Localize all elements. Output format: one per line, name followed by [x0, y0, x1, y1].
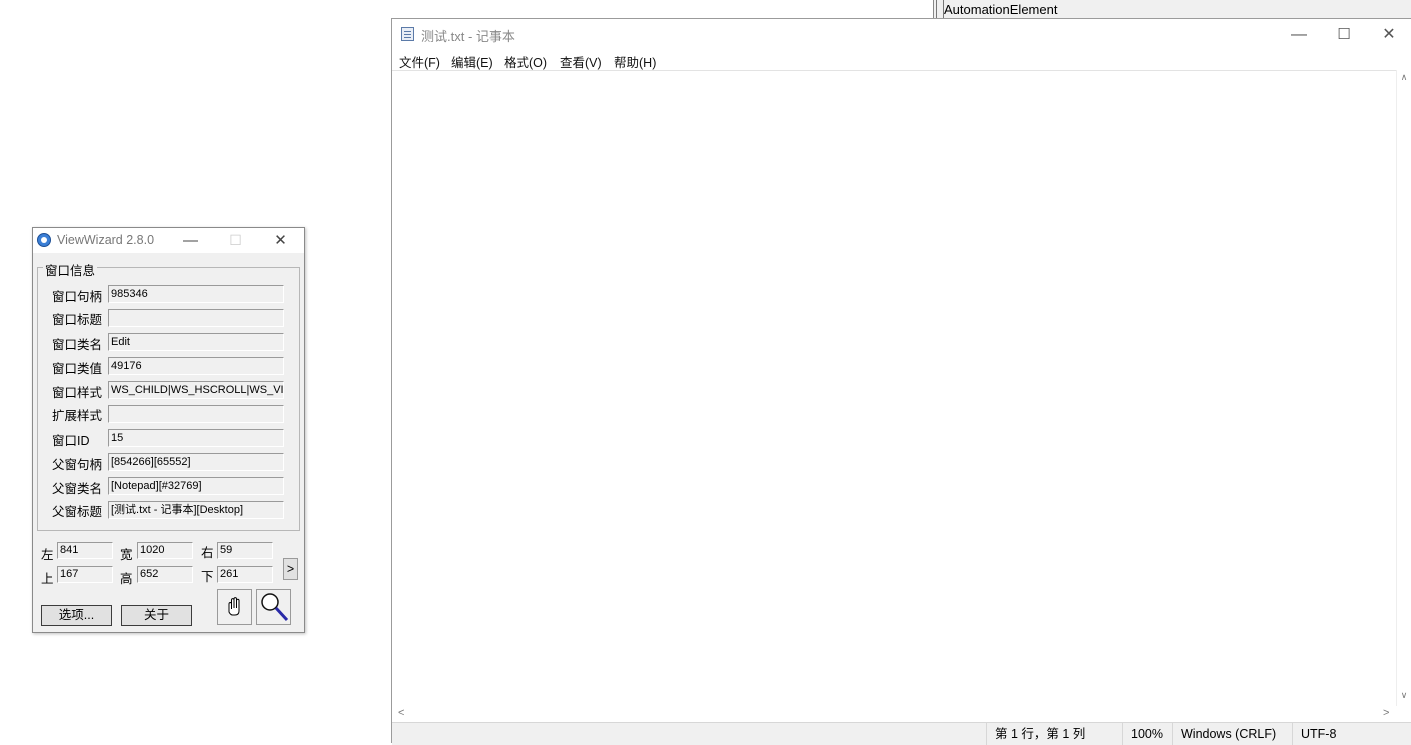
coord-label-width: 宽: [120, 548, 133, 562]
coord-bottom[interactable]: 261: [217, 566, 273, 583]
coord-label-height: 高: [120, 572, 133, 586]
field-handle[interactable]: 985346: [108, 285, 284, 303]
maximize-button[interactable]: ☐: [1321, 19, 1367, 50]
status-line-ending: Windows (CRLF): [1172, 723, 1291, 745]
notepad-icon: [401, 27, 414, 41]
field-id[interactable]: 15: [108, 429, 284, 447]
notepad-window: 测试.txt - 记事本 — ☐ ✕ 文件(F) 编辑(E) 格式(O) 查看(…: [391, 18, 1411, 745]
hand-pointer-icon: [228, 597, 240, 616]
coord-width[interactable]: 1020: [137, 542, 193, 559]
field-label-parent-handle: 父窗句柄: [52, 458, 103, 472]
scroll-left-arrow-icon[interactable]: <: [398, 707, 404, 719]
field-label-parent-title: 父窗标题: [52, 505, 103, 519]
field-label-style: 窗口样式: [52, 386, 103, 400]
horizontal-scrollbar[interactable]: < >: [392, 706, 1398, 722]
about-button[interactable]: 关于: [121, 605, 192, 626]
notepad-title: 测试.txt - 记事本: [421, 29, 515, 44]
field-classname[interactable]: Edit: [108, 333, 284, 351]
field-label-classvalue: 窗口类值: [52, 362, 103, 376]
scroll-right-arrow-icon[interactable]: >: [1383, 707, 1389, 719]
expand-button[interactable]: >: [283, 558, 298, 580]
text-editor-area[interactable]: [392, 70, 1398, 707]
status-zoom: 100%: [1122, 723, 1171, 745]
vw-close-button[interactable]: ✕: [258, 228, 303, 253]
automation-element-label: AutomationElement: [933, 0, 1411, 18]
vertical-scrollbar[interactable]: ∧ ∨: [1396, 70, 1411, 706]
field-label-classname: 窗口类名: [52, 338, 103, 352]
statusbar: 第 1 行，第 1 列 100% Windows (CRLF) UTF-8: [392, 722, 1411, 745]
menu-format[interactable]: 格式(O): [504, 52, 547, 71]
viewwizard-title: ViewWizard 2.8.0: [57, 233, 155, 247]
viewwizard-logo-icon: [37, 233, 51, 247]
coord-label-top: 上: [41, 572, 54, 586]
coord-label-left: 左: [41, 548, 54, 562]
magnifier-icon: [261, 593, 289, 622]
field-label-parent-class: 父窗类名: [52, 482, 103, 496]
notepad-menubar: 文件(F) 编辑(E) 格式(O) 查看(V) 帮助(H): [392, 50, 1411, 70]
status-cursor-position: 第 1 行，第 1 列: [986, 723, 1115, 745]
coord-right[interactable]: 59: [217, 542, 273, 559]
window-finder-tool[interactable]: [217, 589, 252, 625]
viewwizard-window: ViewWizard 2.8.0 — ☐ ✕ 窗口信息 窗口句柄 985346 …: [32, 227, 305, 633]
coord-top[interactable]: 167: [57, 566, 113, 583]
menu-help[interactable]: 帮助(H): [614, 52, 656, 71]
field-label-handle: 窗口句柄: [52, 290, 103, 304]
menu-edit[interactable]: 编辑(E): [451, 52, 493, 71]
field-style[interactable]: WS_CHILD|WS_HSCROLL|WS_VISIBLE: [108, 381, 284, 399]
field-parent-class[interactable]: [Notepad][#32769]: [108, 477, 284, 495]
splitter-handle[interactable]: [936, 0, 944, 18]
vw-minimize-button[interactable]: —: [168, 228, 213, 253]
notepad-titlebar[interactable]: 测试.txt - 记事本 — ☐ ✕: [392, 19, 1411, 50]
field-label-id: 窗口ID: [52, 434, 90, 448]
automation-element-text: AutomationElement: [944, 2, 1058, 17]
menu-view[interactable]: 查看(V): [560, 52, 602, 71]
viewwizard-titlebar[interactable]: ViewWizard 2.8.0 — ☐ ✕: [33, 228, 304, 253]
scroll-down-arrow-icon[interactable]: ∨: [1397, 690, 1411, 701]
field-parent-title[interactable]: [测试.txt - 记事本][Desktop]: [108, 501, 284, 519]
status-encoding: UTF-8: [1292, 723, 1361, 745]
close-button[interactable]: ✕: [1366, 19, 1411, 50]
options-button[interactable]: 选项...: [41, 605, 112, 626]
coord-height[interactable]: 652: [137, 566, 193, 583]
vw-maximize-button: ☐: [229, 232, 242, 248]
field-title[interactable]: [108, 309, 284, 327]
field-parent-handle[interactable]: [854266][65552]: [108, 453, 284, 471]
window-info-group-title: 窗口信息: [43, 260, 98, 279]
field-label-exstyle: 扩展样式: [52, 409, 103, 423]
coord-left[interactable]: 841: [57, 542, 113, 559]
coord-label-right: 右: [201, 546, 214, 560]
field-classvalue[interactable]: 49176: [108, 357, 284, 375]
menu-file[interactable]: 文件(F): [399, 52, 440, 71]
scroll-up-arrow-icon[interactable]: ∧: [1397, 72, 1411, 83]
search-tool[interactable]: [256, 589, 291, 625]
coord-label-bottom: 下: [201, 570, 214, 584]
minimize-button[interactable]: —: [1276, 19, 1322, 50]
field-exstyle[interactable]: [108, 405, 284, 423]
field-label-title: 窗口标题: [52, 313, 103, 327]
